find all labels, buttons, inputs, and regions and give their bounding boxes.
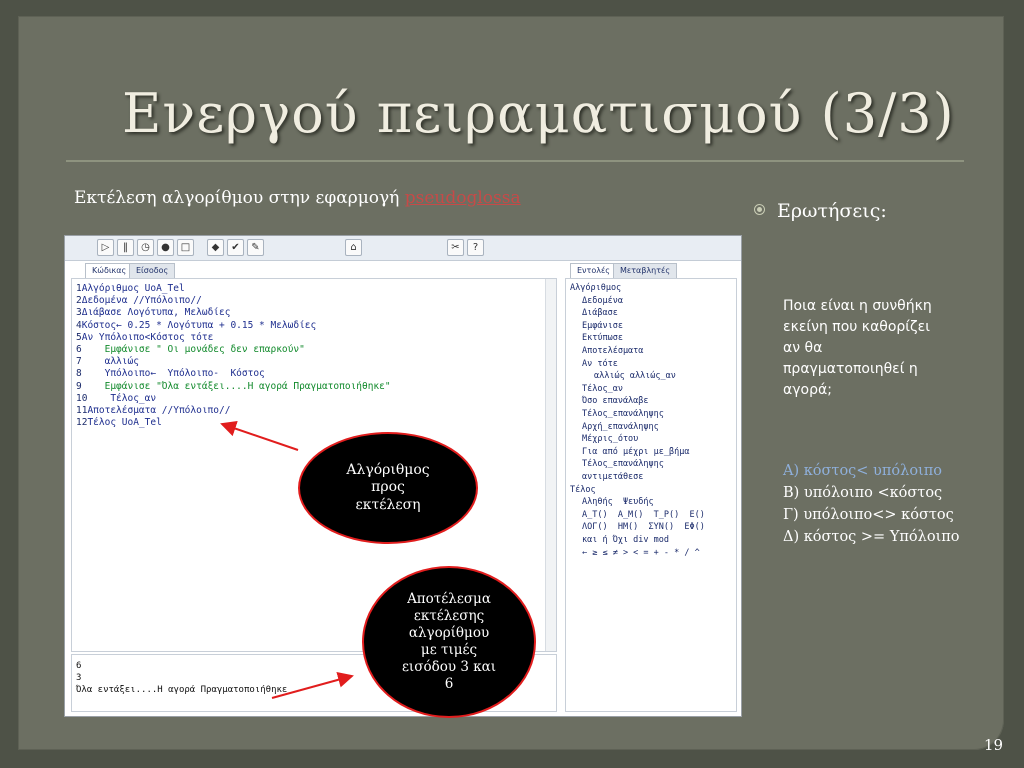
question-line: Ποια είναι η συνθήκη bbox=[783, 298, 932, 314]
question-line: αγορά; bbox=[783, 382, 832, 398]
algorithm-callout: Αλγόριθμος προς εκτέλεση bbox=[298, 432, 478, 544]
question-text: Ποια είναι η συνθήκη εκείνη που καθορίζε… bbox=[783, 296, 983, 401]
answer-b: Β) υπόλοιπο <κόστος bbox=[783, 485, 943, 501]
page-number: 19 bbox=[984, 736, 1004, 754]
result-callout-line: εκτέλεσης bbox=[413, 608, 485, 625]
questions-heading: Ερωτήσεις: bbox=[754, 200, 887, 222]
question-line: αν θα bbox=[783, 340, 823, 356]
algorithm-callout-line: εκτέλεση bbox=[355, 496, 421, 513]
algorithm-callout-line: Αλγόριθμος bbox=[346, 461, 430, 478]
result-callout-line: με τιμές bbox=[420, 642, 478, 658]
result-callout: Αποτέλεσμα εκτέλεσης αλγορίθμου με τιμές… bbox=[362, 566, 536, 718]
answer-c: Γ) υπόλοιπο<> κόστος bbox=[783, 507, 954, 523]
question-line: εκείνη που καθορίζει bbox=[783, 319, 930, 335]
algorithm-callout-line: προς bbox=[371, 479, 405, 496]
answer-options: Α) κόστος< υπόλοιπο Β) υπόλοιπο <κόστος … bbox=[783, 460, 960, 548]
answer-d: Δ) κόστος >= Υπόλοιπο bbox=[783, 529, 960, 545]
algorithm-arrow bbox=[220, 420, 299, 451]
result-callout-line: Αποτέλεσμα bbox=[407, 591, 491, 608]
result-callout-line: 6 bbox=[444, 675, 454, 692]
answer-a: Α) κόστος< υπόλοιπο bbox=[783, 463, 942, 479]
question-line: πραγματοποιηθεί η bbox=[783, 361, 918, 377]
result-callout-line: εισόδου 3 και bbox=[401, 658, 497, 675]
result-arrow bbox=[271, 671, 354, 699]
questions-heading-text: Ερωτήσεις: bbox=[777, 200, 887, 222]
result-callout-line: αλγορίθμου bbox=[408, 625, 490, 642]
bullet-icon bbox=[754, 204, 765, 215]
